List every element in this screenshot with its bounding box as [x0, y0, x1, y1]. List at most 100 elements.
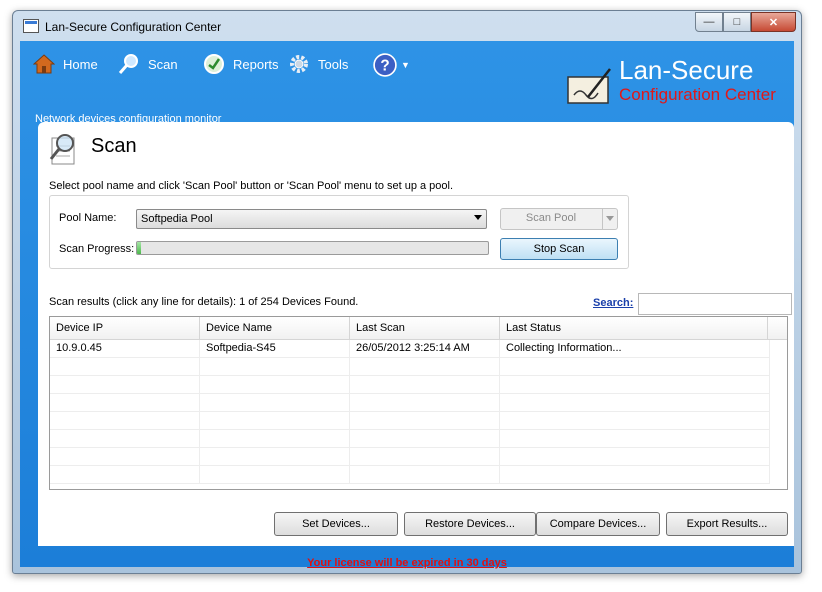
pool-groupbox: Pool Name: Softpedia Pool Scan Progress:…: [49, 195, 629, 269]
cell-device-name: Softpedia-S45: [200, 340, 350, 357]
svg-text:?: ?: [380, 57, 389, 74]
menu-home-label: Home: [63, 56, 98, 72]
menu-reports[interactable]: Reports: [203, 53, 279, 75]
cell-last-status: Collecting Information...: [500, 340, 770, 357]
gear-icon: [290, 55, 308, 73]
scan-progress-bar: [136, 241, 489, 255]
signature-icon: [567, 68, 611, 104]
empty-cell: [200, 358, 350, 375]
scan-progress-fill: [137, 242, 141, 254]
page-title: Scan: [91, 135, 137, 157]
stop-scan-button[interactable]: Stop Scan: [500, 238, 618, 260]
empty-cell: [50, 448, 200, 465]
empty-cell: [500, 466, 770, 483]
table-header: Device IP Device Name Last Scan Last Sta…: [50, 317, 787, 340]
empty-cell: [50, 358, 200, 375]
magnifier-icon: [118, 54, 138, 74]
empty-cell: [200, 394, 350, 411]
empty-table-row: [50, 466, 770, 484]
close-button[interactable]: ✕: [751, 12, 796, 32]
empty-cell: [500, 394, 770, 411]
empty-table-row: [50, 430, 770, 448]
empty-cell: [200, 376, 350, 393]
empty-cell: [50, 430, 200, 447]
brand-logo: Lan-Secure Configuration Center: [562, 53, 787, 113]
close-icon: ✕: [768, 16, 779, 29]
column-header-device-name[interactable]: Device Name: [200, 317, 350, 339]
scan-pool-label: Scan Pool: [525, 212, 577, 224]
instructions-text: Select pool name and click 'Scan Pool' b…: [49, 180, 454, 192]
empty-cell: [50, 466, 200, 483]
app-window: Lan-Secure Configuration Center — □ ✕ Ho…: [12, 10, 802, 574]
search-link[interactable]: Search:: [593, 297, 633, 309]
reports-icon: [204, 54, 224, 74]
brand-name: Lan-Secure: [619, 55, 754, 85]
menu-scan[interactable]: Scan: [118, 53, 178, 75]
empty-table-row: [50, 412, 770, 430]
split-divider: [602, 209, 603, 229]
results-table: Device IP Device Name Last Scan Last Sta…: [49, 316, 788, 490]
empty-cell: [500, 376, 770, 393]
column-header-device-ip[interactable]: Device IP: [50, 317, 200, 339]
empty-cell: [500, 448, 770, 465]
menu-scan-label: Scan: [148, 56, 178, 72]
empty-table-row: [50, 394, 770, 412]
empty-cell: [200, 466, 350, 483]
scan-page-icon: [49, 134, 75, 165]
menu-tools-label: Tools: [318, 56, 349, 72]
cell-device-ip: 10.9.0.45: [50, 340, 200, 357]
pool-name-label: Pool Name:: [59, 212, 117, 224]
empty-cell: [350, 430, 500, 447]
empty-cell: [50, 394, 200, 411]
dropdown-arrow-icon: [474, 215, 482, 220]
empty-cell: [350, 412, 500, 429]
pool-name-select[interactable]: Softpedia Pool: [136, 209, 487, 229]
empty-cell: [350, 466, 500, 483]
column-header-last-scan[interactable]: Last Scan: [350, 317, 500, 339]
empty-cell: [200, 430, 350, 447]
scan-progress-label: Scan Progress:: [59, 243, 135, 255]
set-devices-button[interactable]: Set Devices...: [274, 512, 398, 536]
license-warning-link[interactable]: Your license will be expired in 30 days: [20, 557, 794, 569]
empty-cell: [50, 412, 200, 429]
minimize-button[interactable]: —: [695, 12, 723, 32]
menu-help[interactable]: ? ▼: [373, 53, 410, 77]
window-title: Lan-Secure Configuration Center: [45, 20, 222, 34]
column-header-last-status[interactable]: Last Status: [500, 317, 768, 339]
table-row[interactable]: 10.9.0.45 Softpedia-S45 26/05/2012 3:25:…: [50, 340, 770, 358]
empty-cell: [500, 430, 770, 447]
empty-cell: [350, 358, 500, 375]
compare-devices-button[interactable]: Compare Devices...: [536, 512, 660, 536]
pool-name-value: Softpedia Pool: [141, 213, 213, 225]
cell-last-scan: 26/05/2012 3:25:14 AM: [350, 340, 500, 357]
empty-cell: [500, 358, 770, 375]
help-icon: ?: [373, 53, 397, 77]
maximize-button[interactable]: □: [723, 12, 751, 32]
menu-home[interactable]: Home: [33, 53, 98, 75]
empty-cell: [350, 448, 500, 465]
empty-table-row: [50, 376, 770, 394]
empty-cell: [200, 448, 350, 465]
empty-cell: [350, 394, 500, 411]
chevron-down-icon: ▼: [401, 60, 410, 70]
title-bar[interactable]: Lan-Secure Configuration Center — □ ✕: [13, 11, 801, 41]
brand-tagline: Configuration Center: [619, 85, 776, 104]
scan-pool-button[interactable]: Scan Pool: [500, 208, 618, 230]
empty-table-row: [50, 448, 770, 466]
search-input[interactable]: [638, 293, 792, 315]
empty-cell: [50, 376, 200, 393]
empty-cell: [350, 376, 500, 393]
maximize-icon: □: [733, 16, 741, 28]
app-icon: [23, 19, 39, 33]
chevron-down-icon[interactable]: [606, 216, 614, 221]
export-results-button[interactable]: Export Results...: [666, 512, 788, 536]
scan-panel: Scan Select pool name and click 'Scan Po…: [38, 122, 794, 546]
empty-cell: [200, 412, 350, 429]
menu-reports-label: Reports: [233, 56, 279, 72]
restore-devices-button[interactable]: Restore Devices...: [404, 512, 536, 536]
results-summary: Scan results (click any line for details…: [49, 296, 359, 308]
menu-tools[interactable]: Tools: [288, 53, 348, 75]
minimize-icon: —: [703, 16, 715, 28]
empty-table-row: [50, 358, 770, 376]
client-area: Home Scan Reports Tools ? ▼ Lan-Secure C…: [20, 41, 794, 569]
